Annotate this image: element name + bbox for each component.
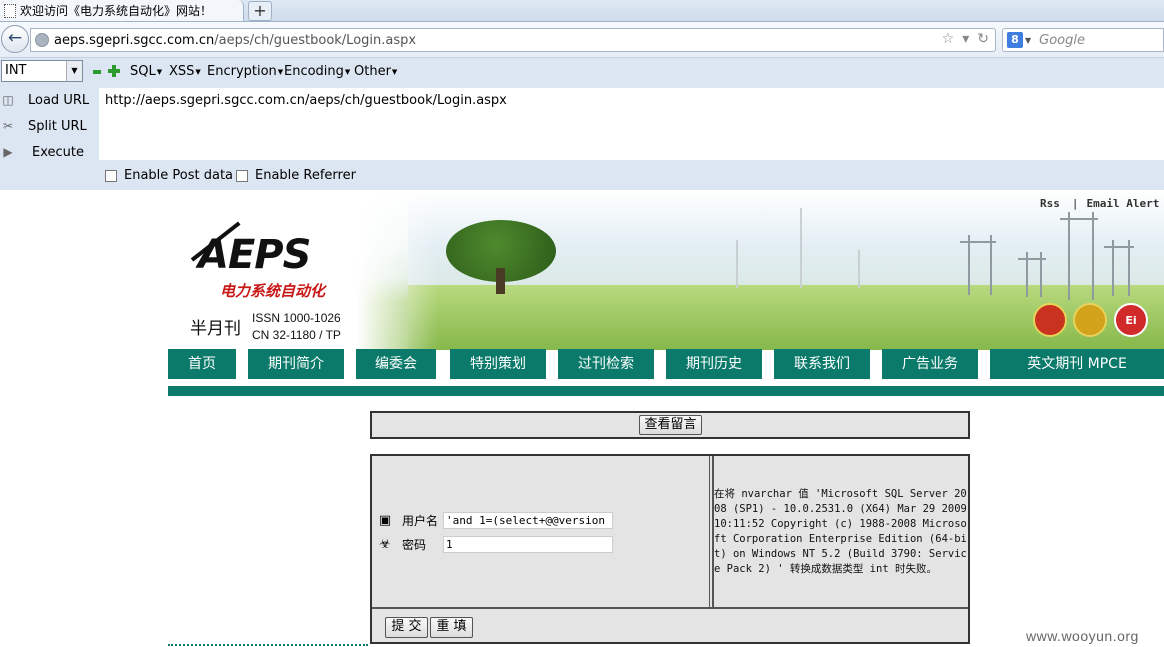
checkbox-box[interactable]: [105, 169, 117, 182]
header-links: Rss | Email Alert: [1040, 197, 1160, 210]
power-tower: [1018, 252, 1046, 297]
site-identity-icon[interactable]: [35, 33, 49, 47]
navigation-toolbar: ← aeps.sgepri.sgcc.com.cn/aeps/ch/guestb…: [0, 22, 1164, 58]
nav-special-topics[interactable]: 特别策划: [450, 349, 546, 379]
page-icon: [4, 3, 16, 18]
history-dropdown-icon[interactable]: ▾: [962, 31, 969, 47]
tree-trunk: [496, 268, 505, 294]
footer-divider: [168, 644, 368, 646]
back-arrow-icon: ←: [7, 28, 23, 48]
cn-number: CN 32-1180 / TP: [252, 328, 341, 342]
dropdown-arrow-icon: ▼: [66, 61, 82, 81]
password-row: ☣ 密码 1: [377, 536, 614, 553]
power-tower: [960, 235, 996, 295]
sql-error-message: 在将 nvarchar 值 'Microsoft SQL Server 2008…: [714, 488, 967, 575]
watermark: www.wooyun.org: [1026, 628, 1139, 644]
hackbar: INT ▼ SQL▼ XSS▼ Encryption▼ Encoding▼ Ot…: [0, 58, 1164, 190]
load-url-icon: ◫: [2, 93, 14, 107]
type-select-value: INT: [5, 63, 27, 78]
wind-turbine: [736, 240, 738, 288]
issn-number: ISSN 1000-1026: [252, 311, 341, 325]
award-badge-icon: [1033, 303, 1067, 337]
play-icon: ▶: [3, 145, 13, 159]
login-fields: ▣ 用户名 'and 1=(select+@@version ☣ 密码 1: [372, 456, 710, 607]
url-textarea[interactable]: http://aeps.sgepri.sgcc.com.cn/aeps/ch/g…: [99, 88, 1164, 160]
split-url-button[interactable]: ✂ Split URL: [0, 115, 87, 137]
menu-encoding[interactable]: Encoding▼: [284, 64, 350, 79]
frequency-label: 半月刊: [190, 319, 241, 339]
award-medal-icon: [1073, 303, 1107, 337]
submit-button[interactable]: 提 交: [385, 617, 428, 638]
login-form: ▣ 用户名 'and 1=(select+@@version ☣ 密码 1 在将…: [370, 454, 970, 644]
power-tower: [1104, 240, 1134, 296]
nav-contact[interactable]: 联系我们: [774, 349, 870, 379]
checkbox-box[interactable]: [236, 169, 248, 182]
execute-button[interactable]: ▶ Execute: [0, 141, 84, 163]
rss-link[interactable]: Rss: [1040, 197, 1060, 210]
decrease-icon[interactable]: [93, 70, 101, 74]
site-nav: 首页 期刊简介 编委会 特别策划 过刊检索 期刊历史 联系我们 广告业务 英文期…: [168, 349, 1164, 379]
url-text: aeps.sgepri.sgcc.com.cn/aeps/ch/guestboo…: [54, 32, 417, 48]
search-bar[interactable]: 8 ▼ Google: [1002, 28, 1164, 52]
user-computer-icon: ▣: [378, 512, 392, 528]
nav-home[interactable]: 首页: [168, 349, 236, 379]
nav-english-journal[interactable]: 英文期刊 MPCE: [990, 349, 1164, 379]
nav-advertising[interactable]: 广告业务: [882, 349, 978, 379]
menu-sql[interactable]: SQL▼: [130, 64, 162, 79]
logo-subtitle: 电力系统自动化: [220, 282, 326, 300]
load-url-button[interactable]: ◫ Load URL: [0, 89, 89, 111]
reload-icon[interactable]: ↻: [977, 31, 989, 47]
nav-archive-search[interactable]: 过刊检索: [558, 349, 654, 379]
menu-other[interactable]: Other▼: [354, 64, 397, 79]
menu-xss[interactable]: XSS▼: [169, 64, 201, 79]
new-tab-button[interactable]: +: [248, 1, 272, 21]
logo-text: AEPS: [198, 232, 311, 278]
nav-divider: [168, 386, 1164, 396]
username-label: 用户名: [402, 514, 439, 528]
view-messages-button[interactable]: 查看留言: [639, 415, 702, 435]
nav-editorial-board[interactable]: 编委会: [356, 349, 436, 379]
nav-about[interactable]: 期刊简介: [248, 349, 344, 379]
search-placeholder: Google: [1039, 32, 1085, 48]
error-panel: 在将 nvarchar 值 'Microsoft SQL Server 2008…: [712, 456, 968, 607]
password-key-icon: ☣: [379, 536, 391, 552]
power-tower: [1060, 212, 1098, 300]
form-actions: 提 交 重 填: [372, 607, 968, 642]
journal-logo: AEPS 电力系统自动化 半月刊 ISSN 1000-1026 CN 32-11…: [190, 221, 350, 347]
wind-turbine: [858, 250, 860, 288]
bookmark-star-icon[interactable]: ☆: [942, 31, 955, 47]
issn-info: ISSN 1000-1026 CN 32-1180 / TP: [252, 310, 341, 344]
ei-badge-icon: Ei: [1114, 303, 1148, 337]
nav-history[interactable]: 期刊历史: [666, 349, 762, 379]
increase-icon[interactable]: [108, 65, 120, 77]
menu-encryption[interactable]: Encryption▼: [207, 64, 283, 79]
scissors-icon: ✂: [2, 119, 14, 133]
enable-referrer-checkbox[interactable]: Enable Referrer: [236, 168, 356, 183]
tab-title: 欢迎访问《电力系统自动化》网站！: [20, 4, 213, 18]
username-input[interactable]: 'and 1=(select+@@version: [443, 512, 614, 529]
search-engine-dropdown-icon[interactable]: ▼: [1025, 36, 1031, 45]
back-button[interactable]: ←: [1, 25, 29, 53]
type-select[interactable]: INT ▼: [1, 60, 83, 82]
wind-turbine: [800, 208, 802, 288]
tab-bar: 欢迎访问《电力系统自动化》网站！ +: [0, 0, 1164, 22]
url-bar[interactable]: aeps.sgepri.sgcc.com.cn/aeps/ch/guestboo…: [30, 28, 996, 52]
username-row: ▣ 用户名 'and 1=(select+@@version: [377, 512, 614, 529]
enable-post-data-checkbox[interactable]: Enable Post data: [105, 168, 233, 183]
password-input[interactable]: 1: [443, 536, 614, 553]
view-messages-panel: 查看留言: [370, 411, 970, 439]
email-alert-link[interactable]: Email Alert: [1087, 197, 1160, 210]
reset-button[interactable]: 重 填: [430, 617, 473, 638]
password-label: 密码: [402, 538, 427, 552]
search-engine-icon[interactable]: 8: [1007, 32, 1023, 48]
browser-tab[interactable]: 欢迎访问《电力系统自动化》网站！: [0, 0, 244, 22]
